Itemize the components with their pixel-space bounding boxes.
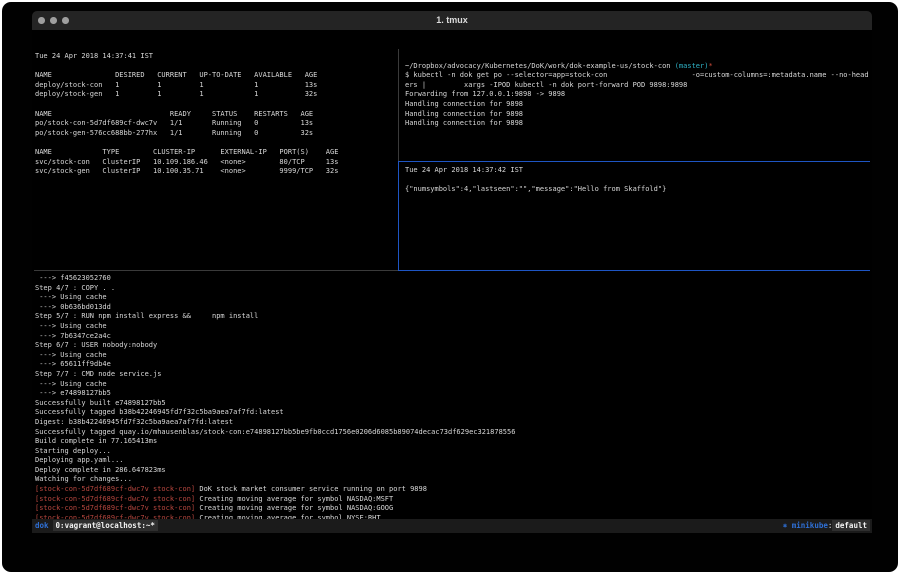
tmux-session: Tue 24 Apr 2018 14:37:41 IST NAME DESIRE… [32, 30, 872, 519]
pane-border-horizontal-active-bottom[interactable] [398, 270, 870, 271]
pane-border-horizontal-active-top[interactable] [398, 161, 870, 162]
terminal-window: 1. tmux Tue 24 Apr 2018 14:37:41 IST NAM… [32, 11, 872, 533]
window-tab[interactable]: 0:vagrant@localhost:~* [53, 520, 158, 531]
git-branch-label: (master) [675, 62, 709, 70]
prompt-path: ~/Dropbox/advocacy/Kubernetes/DoK/work/d… [405, 62, 675, 70]
pane-border-horizontal-inactive[interactable] [34, 270, 398, 271]
git-dirty-marker: * [708, 62, 712, 70]
pod-log-line: [stock-con-5d7df689cf-dwc7v stock-con] D… [35, 485, 427, 495]
pane-border-vertical-active[interactable] [398, 161, 399, 270]
kube-context: minikube [792, 521, 828, 530]
tmux-status-bar: dok0:vagrant@localhost:~* ⎈ minikube:def… [32, 519, 872, 533]
session-name[interactable]: dok [32, 521, 53, 530]
pane-kubectl-watch[interactable]: Tue 24 Apr 2018 14:37:41 IST NAME DESIRE… [35, 52, 338, 177]
screen-frame: 1. tmux Tue 24 Apr 2018 14:37:41 IST NAM… [2, 2, 898, 572]
pane-port-forward[interactable]: $ kubectl -n dok get po --selector=app=s… [405, 71, 869, 129]
pane-curl-watch[interactable]: Tue 24 Apr 2018 14:37:42 IST {"numsymbol… [405, 166, 666, 195]
pane-skaffold-log[interactable]: ---> f45623052760 Step 4/7 : COPY . . --… [35, 274, 515, 485]
pane-border-vertical-inactive[interactable] [398, 49, 399, 161]
shell-prompt-line: ~/Dropbox/advocacy/Kubernetes/DoK/work/d… [405, 62, 713, 72]
pod-log-line: [stock-con-5d7df689cf-dwc7v stock-con] C… [35, 495, 427, 505]
kube-namespace: default [832, 520, 870, 531]
kubernetes-helm-icon: ⎈ [783, 521, 792, 530]
window-title: 1. tmux [32, 11, 872, 30]
window-titlebar: 1. tmux [32, 11, 872, 30]
pod-log-line: [stock-con-5d7df689cf-dwc7v stock-con] C… [35, 504, 427, 514]
status-right: ⎈ minikube:default [783, 519, 870, 533]
